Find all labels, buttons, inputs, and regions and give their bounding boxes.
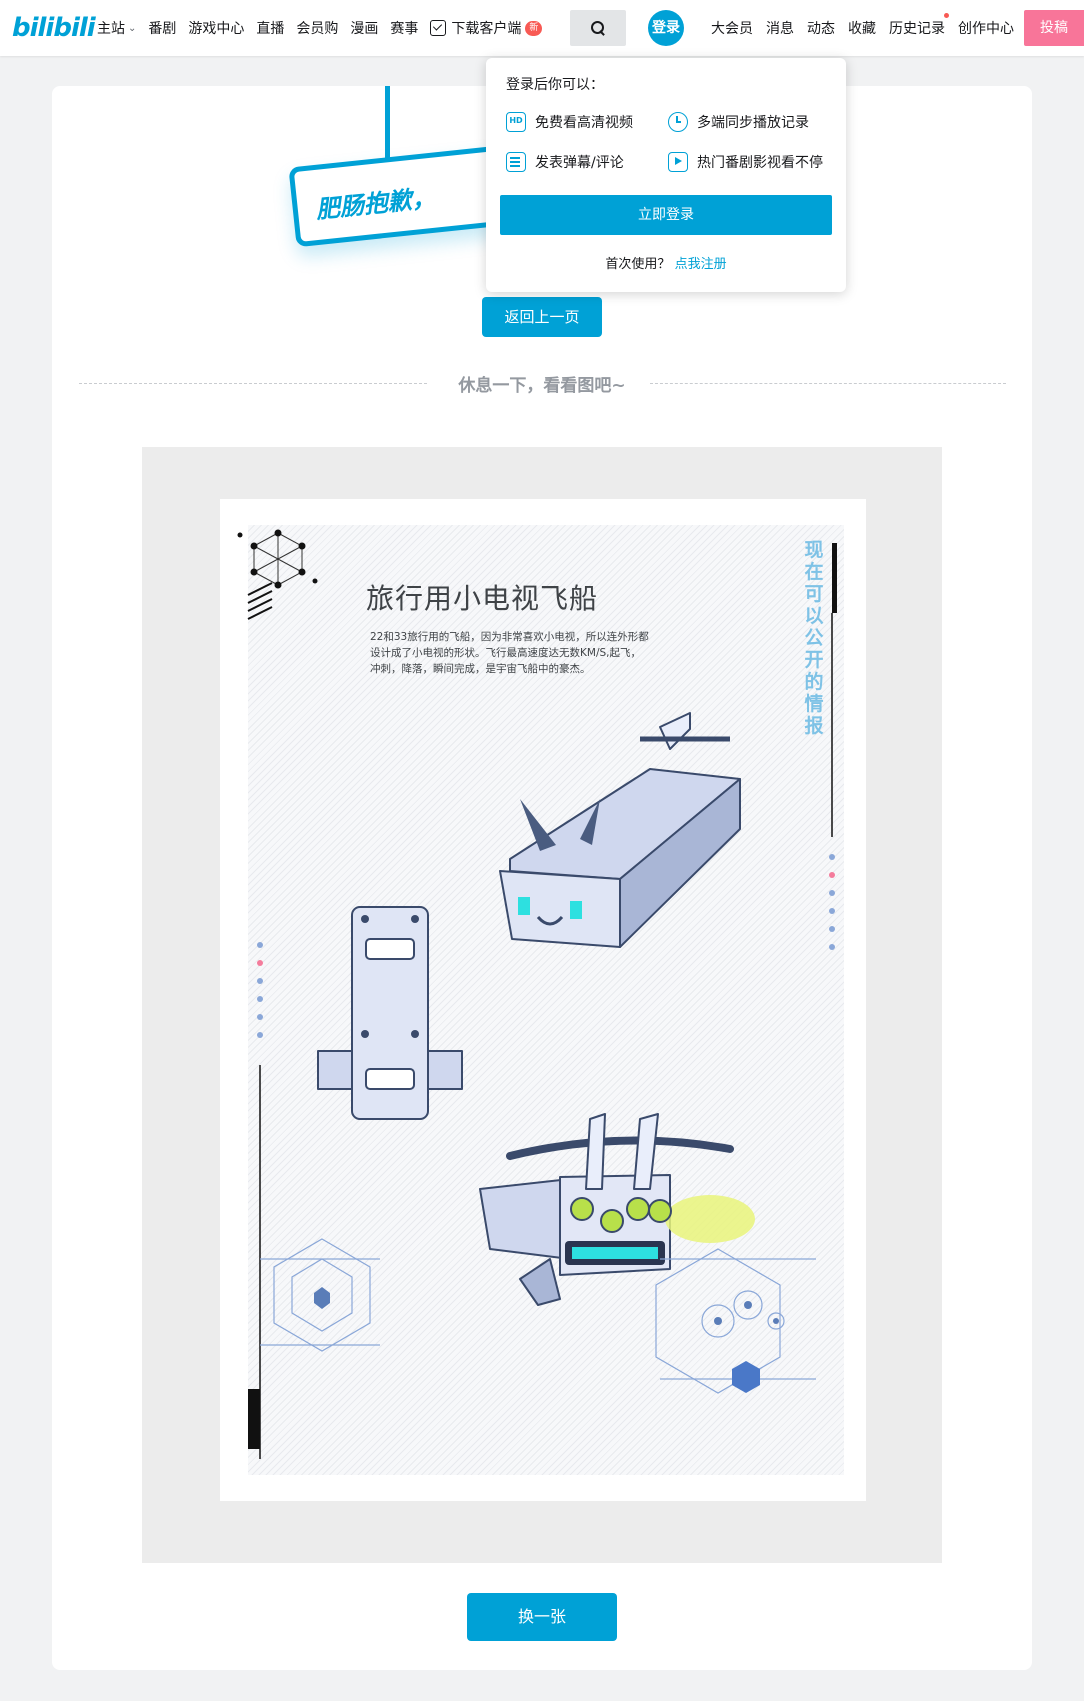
nav-creator-center[interactable]: 创作中心 <box>958 18 1014 38</box>
nav-download-client[interactable]: 下载客户端 新 <box>430 18 543 38</box>
list-icon <box>506 152 526 172</box>
benefit-label: 发表弹幕/评论 <box>535 155 624 171</box>
search-icon <box>590 20 606 36</box>
upload-button[interactable]: 投稿 <box>1024 10 1084 46</box>
benefit-anime: 热门番剧影视看不停 <box>668 152 823 172</box>
nav-label: 历史记录 <box>889 21 945 37</box>
nav-manga[interactable]: 漫画 <box>350 18 378 38</box>
nav-label: 主站 <box>97 21 125 37</box>
nav-mall[interactable]: 会员购 <box>296 18 338 38</box>
divider-text: 休息一下，看看图吧~ <box>458 376 626 396</box>
divider-left <box>79 383 427 384</box>
download-label: 下载客户端 <box>451 21 522 37</box>
nav-favorites[interactable]: 收藏 <box>848 18 876 38</box>
nav-game-center[interactable]: 游戏中心 <box>188 18 244 38</box>
sign-hanging-line <box>385 86 390 166</box>
register-link[interactable]: 点我注册 <box>675 257 727 272</box>
divider-right <box>650 383 1006 384</box>
poster-description: 22和33旅行用的飞船，因为非常喜欢小电视，所以连外形都设计成了小电视的形状。飞… <box>370 631 649 675</box>
download-icon <box>430 20 447 36</box>
error-sign: 肥肠抱歉， <box>288 144 516 248</box>
back-button[interactable]: 返回上一页 <box>482 297 602 337</box>
poster-title: 旅行用小电视飞船 <box>366 582 599 615</box>
register-prompt: 首次使用？ 点我注册 <box>486 253 846 272</box>
nav-messages[interactable]: 消息 <box>766 18 794 38</box>
benefit-hd: HD 免费看高清视频 <box>506 112 633 132</box>
nav-main-site[interactable]: 主站 ⌄ <box>97 18 136 38</box>
clock-icon <box>668 112 688 132</box>
nav-vip[interactable]: 大会员 <box>711 18 753 38</box>
register-prompt-text: 首次使用？ <box>605 257 671 272</box>
chevron-down-icon: ⌄ <box>128 22 137 34</box>
hd-icon: HD <box>506 112 526 132</box>
nav-right: 大会员 消息 动态 收藏 历史记录 创作中心 <box>711 0 1027 56</box>
benefit-comment: 发表弹幕/评论 <box>506 152 624 172</box>
benefit-label: 免费看高清视频 <box>535 115 633 131</box>
play-icon <box>668 152 688 172</box>
error-sign-text: 肥肠抱歉， <box>314 183 437 224</box>
benefit-label: 多端同步播放记录 <box>697 115 809 131</box>
swap-image-button[interactable]: 换一张 <box>467 1593 617 1641</box>
benefit-history-sync: 多端同步播放记录 <box>668 112 809 132</box>
top-header: bilibili 主站 ⌄ 番剧 游戏中心 直播 会员购 漫画 赛事 下载客户端… <box>0 0 1084 56</box>
poster-image: 旅行用小电视飞船 22和33旅行用的飞船，因为非常喜欢小电视，所以连外形都设计成… <box>220 499 866 1501</box>
login-popover: 登录后你可以： HD 免费看高清视频 多端同步播放记录 发表弹幕/评论 热门番剧… <box>486 58 846 292</box>
bilibili-logo[interactable]: bilibili <box>12 14 96 42</box>
new-badge: 新 <box>525 20 543 36</box>
picture-frame: 旅行用小电视飞船 22和33旅行用的飞船，因为非常喜欢小电视，所以连外形都设计成… <box>142 447 942 1563</box>
poster-vertical-text: 现在可以公开的情报 <box>804 539 824 737</box>
nav-anime[interactable]: 番剧 <box>148 18 176 38</box>
nav-esports[interactable]: 赛事 <box>390 18 418 38</box>
login-now-button[interactable]: 立即登录 <box>500 195 832 235</box>
notification-dot <box>944 13 949 18</box>
search-button[interactable] <box>570 10 626 46</box>
benefit-label: 热门番剧影视看不停 <box>697 155 823 171</box>
nav-dynamics[interactable]: 动态 <box>807 18 835 38</box>
login-avatar-button[interactable]: 登录 <box>648 10 684 46</box>
popover-title: 登录后你可以： <box>506 77 604 93</box>
nav-live[interactable]: 直播 <box>256 18 284 38</box>
nav-left: 主站 ⌄ 番剧 游戏中心 直播 会员购 漫画 赛事 下载客户端 新 <box>97 0 554 56</box>
nav-history[interactable]: 历史记录 <box>889 13 949 38</box>
main-card: 肥肠抱歉， 返回上一页 休息一下，看看图吧~ 旅行用小电视飞船 22和33旅行用… <box>52 86 1032 1670</box>
